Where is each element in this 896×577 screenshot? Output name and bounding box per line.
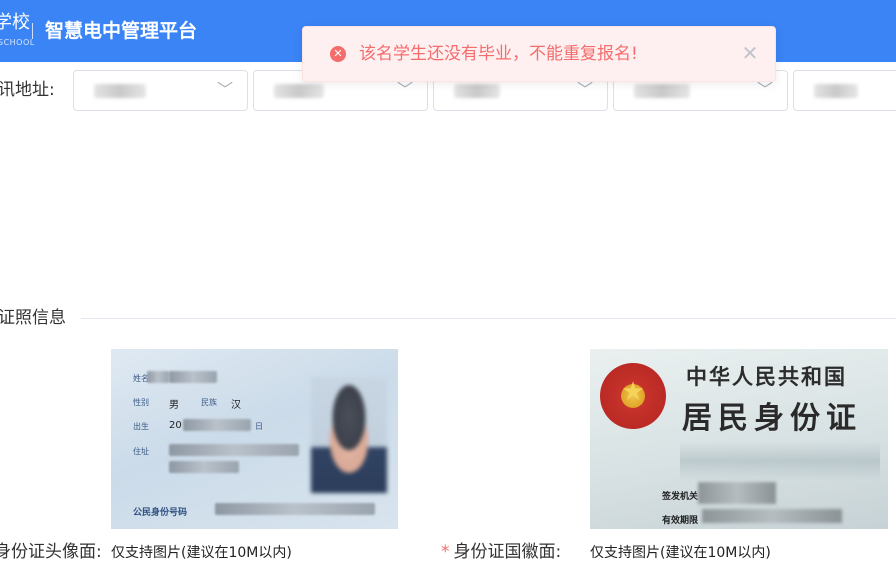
birth-prefix: 20 (169, 420, 182, 431)
id-card-front-image[interactable]: 姓名 性别 男 民族 汉 出生 20 日 住址 公民身份号码 (111, 349, 398, 529)
id-back-hint: 仅支持图片(建议在10M以内) (590, 545, 771, 561)
star-icon: ★ (621, 377, 645, 407)
portrait-photo (311, 377, 387, 493)
blurred-field (169, 444, 299, 456)
blurred-field (698, 482, 776, 504)
detail-address-input[interactable] (793, 70, 896, 111)
id-front-hint: 仅支持图片(建议在10M以内) (111, 545, 292, 561)
blurred-value (634, 84, 690, 98)
validity-label: 有效期限 (662, 516, 699, 526)
province-select[interactable]: ﹀ (73, 70, 248, 111)
ethnicity-value: 汉 (231, 400, 241, 411)
section-title: 证照信息 (0, 308, 66, 328)
id-back-label-wrap: * 身份证国徽面: (441, 541, 561, 563)
birth-label: 出生 (133, 422, 149, 431)
blurred-field (183, 419, 251, 431)
blurred-field (215, 503, 375, 515)
card-title-country: 中华人民共和国 (686, 364, 847, 389)
great-wall-pattern (680, 441, 880, 481)
blurred-field (702, 509, 842, 523)
id-number-label: 公民身份号码 (133, 508, 188, 518)
blurred-field (169, 371, 217, 383)
error-toast: ✕ 该名学生还没有毕业，不能重复报名! ✕ (302, 26, 776, 82)
gender-value: 男 (169, 400, 179, 411)
id-back-label: 身份证国徽面: (453, 542, 562, 562)
blurred-field (169, 461, 239, 473)
chevron-down-icon: ﹀ (576, 80, 593, 99)
id-front-label: 身份证头像面: (0, 542, 102, 562)
gender-label: 性别 (133, 398, 149, 407)
issuer-label: 签发机关 (662, 492, 699, 502)
close-icon[interactable]: ✕ (740, 42, 760, 64)
chevron-down-icon: ﹀ (756, 80, 773, 99)
chevron-down-icon: ﹀ (396, 80, 413, 99)
address-field-label: 住址 (133, 447, 149, 456)
required-mark: * (441, 542, 450, 562)
error-circle-icon: ✕ (330, 46, 346, 62)
blurred-value (274, 84, 324, 98)
blurred-value (454, 84, 500, 98)
app-title: 智慧电中管理平台 (45, 20, 198, 42)
blurred-value (94, 84, 146, 98)
logo-subtext: SCHOOL (0, 38, 35, 47)
ethnicity-label: 民族 (201, 398, 217, 407)
section-divider (81, 318, 896, 319)
toast-message: 该名学生还没有毕业，不能重复报名! (359, 44, 638, 64)
logo-text: 学校 (0, 12, 30, 33)
id-card-back-image[interactable]: ★ 中华人民共和国 居民身份证 签发机关 有效期限 (590, 349, 888, 529)
birth-day-suffix: 日 (255, 422, 263, 431)
chevron-down-icon: ﹀ (216, 80, 233, 99)
header-divider (32, 23, 33, 39)
card-title-type: 居民身份证 (682, 401, 862, 436)
blurred-field (147, 371, 169, 383)
blurred-value (814, 84, 858, 98)
address-label: 讯地址: (0, 80, 55, 100)
national-emblem-icon: ★ (600, 363, 666, 429)
